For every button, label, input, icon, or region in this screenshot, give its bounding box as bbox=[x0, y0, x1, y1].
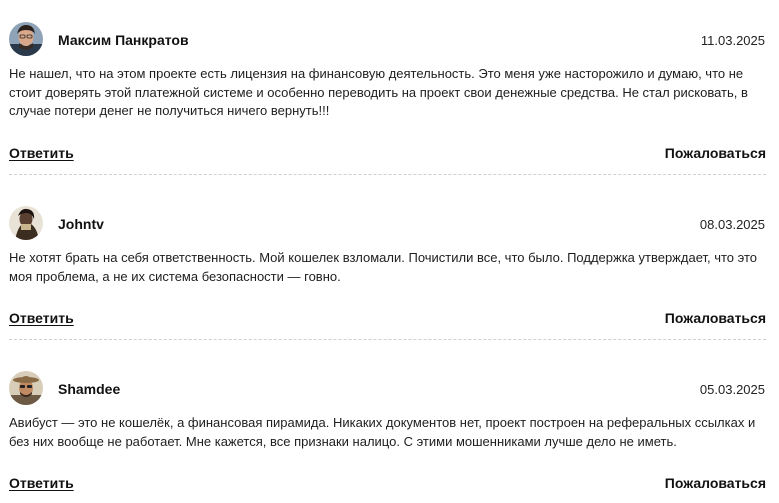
reply-link[interactable]: Ответить bbox=[9, 145, 74, 161]
user-avatar-icon[interactable] bbox=[9, 371, 43, 405]
review-divider bbox=[9, 174, 766, 175]
review-text: Не хотят брать на себя ответственность. … bbox=[9, 250, 758, 284]
review-author: Максим Панкратов bbox=[58, 32, 189, 48]
complain-link[interactable]: Пожаловаться bbox=[665, 475, 766, 491]
review-date: 11.03.2025 bbox=[700, 33, 765, 48]
reply-link[interactable]: Ответить bbox=[9, 475, 74, 491]
review-text: Авибуст — это не кошелёк, а финансовая п… bbox=[9, 415, 756, 449]
complain-link[interactable]: Пожаловаться bbox=[665, 310, 766, 326]
review-author: Johntv bbox=[58, 216, 104, 232]
review-date: 08.03.2025 bbox=[699, 217, 765, 232]
reply-link[interactable]: Ответить bbox=[9, 310, 74, 326]
review-text: Не нашел, что на этом проекте есть лицен… bbox=[9, 66, 748, 118]
user-avatar-icon[interactable] bbox=[9, 22, 43, 56]
review-divider bbox=[9, 339, 766, 340]
review-date: 05.03.2025 bbox=[699, 382, 765, 397]
complain-link[interactable]: Пожаловаться bbox=[665, 145, 766, 161]
user-avatar-icon[interactable] bbox=[9, 206, 43, 240]
review-author: Shamdee bbox=[58, 381, 121, 397]
